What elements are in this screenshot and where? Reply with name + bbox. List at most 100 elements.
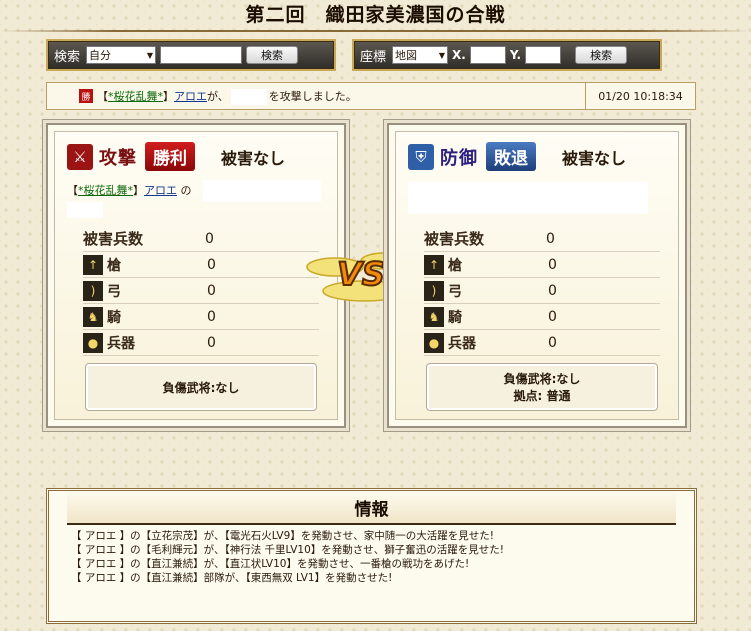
defender-unit-name: 弓 xyxy=(448,283,462,300)
attacker-unit-name: 騎 xyxy=(107,309,121,326)
attacker-total-label: 被害兵数 xyxy=(83,230,144,248)
log-text-post: を攻撃しました。 xyxy=(268,89,357,103)
attacker-unit-name: 弓 xyxy=(107,283,121,300)
coords-bar: 座標 地図 ▼ X. Y. 検索 xyxy=(352,39,662,71)
win-badge: 勝 xyxy=(79,89,93,103)
chevron-down-icon: ▼ xyxy=(146,50,154,60)
map-select[interactable]: 地図 ▼ xyxy=(392,46,449,64)
chevron-down-icon: ▼ xyxy=(438,50,446,60)
bow-icon: ) xyxy=(83,280,103,301)
attacker-player-link[interactable]: アロエ xyxy=(144,184,177,197)
helmet-icon: ⛨ xyxy=(408,143,434,170)
defender-unit-value: 0 xyxy=(548,282,557,299)
siege-weapon-icon: ● xyxy=(424,332,444,353)
attacker-unit-value: 0 xyxy=(207,334,216,351)
x-label: X. xyxy=(452,48,466,62)
log-text-pre: が、 xyxy=(207,89,229,103)
attacker-unit-value: 0 xyxy=(207,282,216,299)
y-input[interactable] xyxy=(525,46,562,64)
defender-role: 防御 xyxy=(440,147,478,169)
defender-stats: 被害兵数 0 ↑ 槍 0 ) 弓 0 ♞ 騎 0 ● 兵器 0 xyxy=(424,226,660,356)
defender-unit-name: 兵器 xyxy=(448,335,476,352)
search-label: 検索 xyxy=(54,49,81,65)
map-select-value: 地図 xyxy=(395,49,418,62)
coords-label: 座標 xyxy=(360,49,387,65)
info-panel: 情報 【 アロエ 】の【立花宗茂】が、【電光石火LV9】を発動させ、家中随一の大… xyxy=(46,488,697,624)
defender-result: 敗退 xyxy=(486,142,536,171)
search-button[interactable]: 検索 xyxy=(246,46,299,64)
info-list: 【 アロエ 】の【立花宗茂】が、【電光石火LV9】を発動させ、家中随一の大活躍を… xyxy=(49,525,694,589)
defender-total-row: 被害兵数 0 xyxy=(424,226,660,252)
defender-unit-value: 0 xyxy=(548,256,557,273)
info-title: 情報 xyxy=(67,491,676,525)
player-link[interactable]: アロエ xyxy=(174,90,207,103)
attacker-role: 攻撃 xyxy=(99,147,137,169)
defender-unit-row: ↑ 槍 0 xyxy=(424,252,660,278)
bow-icon: ) xyxy=(424,280,444,301)
info-line: 【 アロエ 】の【直江兼続】が、【直江状LV10】を発動させ、一番槍の戦功をあげ… xyxy=(71,558,470,570)
crossed-swords-icon: ⚔ xyxy=(67,143,93,170)
spear-icon: ↑ xyxy=(424,254,444,275)
defender-unit-row: ) 弓 0 xyxy=(424,278,660,304)
defender-panel: ⛨ 防御 敗退 被害なし 被害兵数 0 ↑ 槍 0 ) 弓 0 ♞ 騎 0 ● … xyxy=(387,123,687,428)
search-input[interactable] xyxy=(160,46,243,64)
spear-icon: ↑ xyxy=(83,254,103,275)
title-divider xyxy=(0,30,751,32)
horse-icon: ♞ xyxy=(424,306,444,327)
siege-weapon-icon: ● xyxy=(83,332,103,353)
defender-injured: 負傷武将:なし xyxy=(503,372,581,386)
attacker-unit-name: 槍 xyxy=(107,257,121,274)
attacker-unit-row: ● 兵器 0 xyxy=(83,330,319,356)
coords-search-button[interactable]: 検索 xyxy=(575,46,628,64)
attacker-injured: 負傷武将:なし xyxy=(162,380,240,395)
attacker-result: 勝利 xyxy=(145,142,195,171)
defender-header: ⛨ 防御 敗退 被害なし xyxy=(408,142,626,171)
defender-injured-box: 負傷武将:なし 拠点: 普通 xyxy=(426,363,658,411)
x-input[interactable] xyxy=(469,46,506,64)
target-blank xyxy=(230,88,267,105)
defender-unit-row: ♞ 騎 0 xyxy=(424,304,660,330)
defender-unit-name: 槍 xyxy=(448,257,462,274)
attacker-alliance-link[interactable]: *桜花乱舞* xyxy=(78,184,133,197)
attacker-total-value: 0 xyxy=(205,230,214,247)
title-bar: 第二回 織田家美濃国の合戦 xyxy=(0,0,751,30)
search-scope-value: 自分 xyxy=(89,49,112,62)
horse-icon: ♞ xyxy=(83,306,103,327)
attacker-unit-name: 兵器 xyxy=(107,335,135,352)
defender-unit-row: ● 兵器 0 xyxy=(424,330,660,356)
attacker-total-row: 被害兵数 0 xyxy=(83,226,319,252)
defender-unit-value: 0 xyxy=(548,308,557,325)
attacker-header: ⚔ 攻撃 勝利 被害なし xyxy=(67,142,285,171)
attacker-castle-blank xyxy=(203,180,321,202)
search-bar: 検索 自分 ▼ 検索 xyxy=(46,39,336,71)
attacker-unit-value: 0 xyxy=(207,256,216,273)
info-line: 【 アロエ 】の【立花宗茂】が、【電光石火LV9】を発動させ、家中随一の大活躍を… xyxy=(71,530,494,542)
battle-log-line: 勝 【*桜花乱舞*】アロエが、 を攻撃しました。 01/20 10:18:34 xyxy=(46,82,696,110)
info-line: 【 アロエ 】の【毛利輝元】が、【神行法 千里LV10】を発動させ、獅子奮迅の活… xyxy=(71,544,505,556)
log-timestamp: 01/20 10:18:34 xyxy=(585,83,695,109)
attacker-unit-row: ↑ 槍 0 xyxy=(83,252,319,278)
attacker-name-line: 【*桜花乱舞*】アロエ の xyxy=(67,184,192,197)
y-label: Y. xyxy=(509,48,522,62)
attacker-panel: ⚔ 攻撃 勝利 被害なし 【*桜花乱舞*】アロエ の 被害兵数 0 ↑ 槍 0 … xyxy=(46,123,346,428)
defender-total-value: 0 xyxy=(546,230,555,247)
attacker-stats: 被害兵数 0 ↑ 槍 0 ) 弓 0 ♞ 騎 0 ● 兵器 0 xyxy=(83,226,319,356)
defender-unit-name: 騎 xyxy=(448,309,462,326)
attacker-suffix: の xyxy=(180,184,192,197)
search-scope-select[interactable]: 自分 ▼ xyxy=(86,46,157,64)
info-line: 【 アロエ 】の【直江兼続】部隊が、【東西無双 LV1】を発動させた! xyxy=(71,572,393,584)
defender-total-label: 被害兵数 xyxy=(424,230,485,248)
defender-damage-label: 被害なし xyxy=(562,148,627,168)
vs-text: VS xyxy=(337,255,385,293)
alliance-link[interactable]: *桜花乱舞* xyxy=(108,90,163,103)
defender-base: 拠点: 普通 xyxy=(513,389,571,403)
attacker-injured-box: 負傷武将:なし xyxy=(85,363,317,411)
attacker-damage-label: 被害なし xyxy=(221,148,286,168)
attacker-unit-value: 0 xyxy=(207,308,216,325)
defender-unit-value: 0 xyxy=(548,334,557,351)
log-message: 【*桜花乱舞*】アロエが、 を攻撃しました。 xyxy=(97,88,357,105)
defender-name-blank xyxy=(408,182,648,214)
attacker-unit-row: ♞ 騎 0 xyxy=(83,304,319,330)
attacker-unit-row: ) 弓 0 xyxy=(83,278,319,304)
attacker-castle-blank-2 xyxy=(67,202,103,218)
